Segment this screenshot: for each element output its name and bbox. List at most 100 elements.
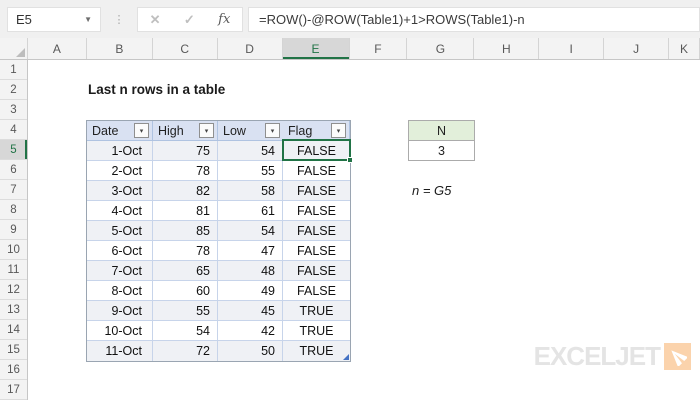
row-header-14[interactable]: 14 <box>0 320 27 340</box>
table-cell[interactable]: 60 <box>153 281 218 301</box>
formula-buttons: ✕ ✓ fx <box>137 7 243 32</box>
column-header-F[interactable]: F <box>350 38 408 59</box>
row-header-10[interactable]: 10 <box>0 240 27 260</box>
row-header-16[interactable]: 16 <box>0 360 27 380</box>
column-header-J[interactable]: J <box>604 38 670 59</box>
row-header-9[interactable]: 9 <box>0 220 27 240</box>
column-header-D[interactable]: D <box>218 38 283 59</box>
table-cell[interactable]: 11-Oct <box>87 341 153 361</box>
table-cell[interactable]: 7-Oct <box>87 261 153 281</box>
filter-dropdown-icon[interactable]: ▾ <box>199 123 214 138</box>
row-header-5[interactable]: 5 <box>0 140 27 160</box>
table-cell[interactable]: FALSE <box>283 241 350 261</box>
table-cell[interactable]: 54 <box>218 221 283 241</box>
table-cell[interactable]: 58 <box>218 181 283 201</box>
table-cell[interactable]: 82 <box>153 181 218 201</box>
table-resize-handle[interactable] <box>343 354 349 360</box>
column-header-A[interactable]: A <box>28 38 87 59</box>
table-cell[interactable]: FALSE <box>283 221 350 241</box>
row-header-8[interactable]: 8 <box>0 200 27 220</box>
table-header-label: Low <box>223 123 246 138</box>
exceljet-logo-text: EXCELJET <box>533 341 661 371</box>
column-header-H[interactable]: H <box>474 38 540 59</box>
name-box[interactable]: E5 ▼ <box>7 7 101 32</box>
row-header-6[interactable]: 6 <box>0 160 27 180</box>
table-cell[interactable]: 78 <box>153 161 218 181</box>
filter-dropdown-icon[interactable]: ▾ <box>134 123 149 138</box>
column-header-E[interactable]: E <box>282 38 350 59</box>
table-cell[interactable]: FALSE <box>283 141 350 161</box>
row-header-11[interactable]: 11 <box>0 260 27 280</box>
table-cell[interactable]: 54 <box>153 321 218 341</box>
table-header-high[interactable]: High ▾ <box>153 121 218 141</box>
table-cell[interactable]: 6-Oct <box>87 241 153 261</box>
table-cell[interactable]: 55 <box>218 161 283 181</box>
table-cell[interactable]: TRUE <box>283 321 350 341</box>
row-header-4[interactable]: 4 <box>0 120 27 140</box>
table-cell[interactable]: 3-Oct <box>87 181 153 201</box>
table-cell[interactable]: 10-Oct <box>87 321 153 341</box>
column-header-I[interactable]: I <box>539 38 605 59</box>
table-cell[interactable]: 4-Oct <box>87 201 153 221</box>
note-text[interactable]: n = G5 <box>412 183 451 198</box>
name-box-dropdown-icon[interactable]: ▼ <box>84 15 92 24</box>
row-header-17[interactable]: 17 <box>0 380 27 400</box>
formula-toolbar: E5 ▼ ⋮ ✕ ✓ fx =ROW()-@ROW(Table1)+1>ROWS… <box>0 0 700 38</box>
insert-function-icon[interactable]: fx <box>218 12 230 27</box>
table-cell[interactable]: TRUE <box>283 341 350 361</box>
table-cell[interactable]: 85 <box>153 221 218 241</box>
table-cell[interactable]: 72 <box>153 341 218 361</box>
column-header-C[interactable]: C <box>153 38 218 59</box>
paper-plane-icon <box>664 343 691 370</box>
table-cell[interactable]: FALSE <box>283 201 350 221</box>
row-header-13[interactable]: 13 <box>0 300 27 320</box>
table-cell[interactable]: 1-Oct <box>87 141 153 161</box>
table-cell[interactable]: FALSE <box>283 261 350 281</box>
table-cell[interactable]: 47 <box>218 241 283 261</box>
filter-dropdown-icon[interactable]: ▾ <box>265 123 280 138</box>
n-box: N 3 <box>408 120 475 161</box>
table-header-date[interactable]: Date ▾ <box>87 121 153 141</box>
row-header-2[interactable]: 2 <box>0 80 27 100</box>
select-all-corner[interactable] <box>0 38 28 59</box>
table-cell[interactable]: 55 <box>153 301 218 321</box>
table-cell[interactable]: FALSE <box>283 281 350 301</box>
table-cell[interactable]: 2-Oct <box>87 161 153 181</box>
table-cell[interactable]: FALSE <box>283 161 350 181</box>
table-cell[interactable]: 61 <box>218 201 283 221</box>
table-cell[interactable]: 81 <box>153 201 218 221</box>
table-header-flag[interactable]: Flag ▾ <box>283 121 350 141</box>
table-cell[interactable]: 54 <box>218 141 283 161</box>
table-cell[interactable]: 45 <box>218 301 283 321</box>
table-header-label: Flag <box>288 123 313 138</box>
row-header-7[interactable]: 7 <box>0 180 27 200</box>
table-cell[interactable]: 8-Oct <box>87 281 153 301</box>
table-cell[interactable]: 49 <box>218 281 283 301</box>
row-header-15[interactable]: 15 <box>0 340 27 360</box>
sheet-title[interactable]: Last n rows in a table <box>88 82 225 97</box>
table-cell[interactable]: 65 <box>153 261 218 281</box>
table-cell[interactable]: 5-Oct <box>87 221 153 241</box>
table-cell[interactable]: 50 <box>218 341 283 361</box>
filter-dropdown-icon[interactable]: ▾ <box>331 123 346 138</box>
formula-bar[interactable]: =ROW()-@ROW(Table1)+1>ROWS(Table1)-n <box>248 7 700 32</box>
table-cell[interactable]: 42 <box>218 321 283 341</box>
table-header-low[interactable]: Low ▾ <box>218 121 283 141</box>
table-cell[interactable]: 9-Oct <box>87 301 153 321</box>
n-box-header-cell[interactable]: N <box>409 121 474 141</box>
row-header-12[interactable]: 12 <box>0 280 27 300</box>
table-cell[interactable]: 78 <box>153 241 218 261</box>
table-cell[interactable]: FALSE <box>283 181 350 201</box>
row-header-1[interactable]: 1 <box>0 60 27 80</box>
table-cell[interactable]: 75 <box>153 141 218 161</box>
cancel-button[interactable]: ✕ <box>150 12 161 28</box>
enter-button[interactable]: ✓ <box>184 12 195 28</box>
toolbar-separator-dots: ⋮ <box>113 14 125 26</box>
n-box-value-cell[interactable]: 3 <box>409 141 474 160</box>
column-header-B[interactable]: B <box>87 38 153 59</box>
row-header-3[interactable]: 3 <box>0 100 27 120</box>
table-cell[interactable]: TRUE <box>283 301 350 321</box>
column-header-K[interactable]: K <box>669 38 700 59</box>
table-cell[interactable]: 48 <box>218 261 283 281</box>
column-header-G[interactable]: G <box>407 38 475 59</box>
